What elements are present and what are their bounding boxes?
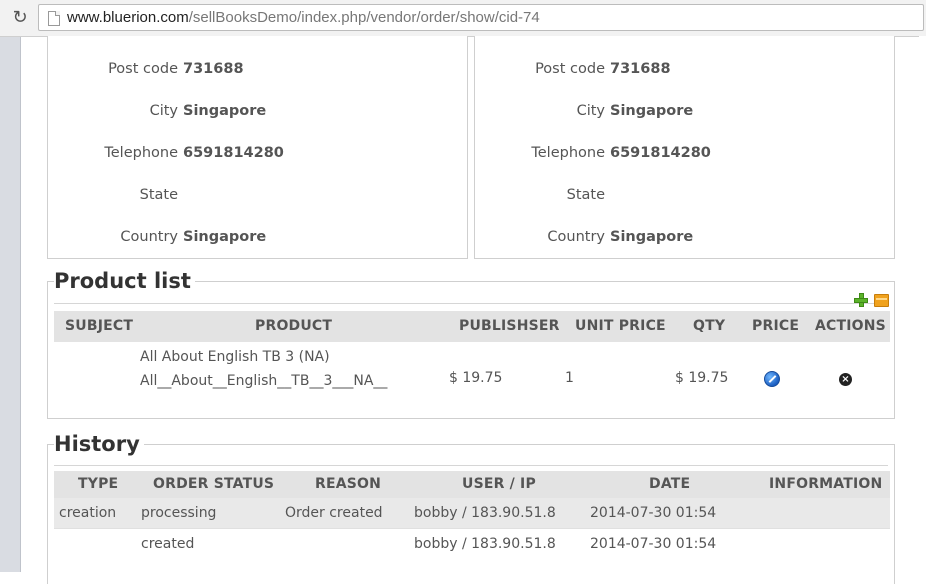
- col-publisher[interactable]: PUBLISHSER: [459, 318, 560, 334]
- postcode-row: Post code 731688: [48, 61, 244, 77]
- product-list-divider: [54, 303, 888, 304]
- product-qty: $ 19.75: [675, 370, 729, 386]
- state-label: State: [566, 187, 605, 203]
- city-value: Singapore: [183, 103, 267, 119]
- product-publisher: $ 19.75: [449, 370, 503, 386]
- edit-icon[interactable]: [764, 371, 780, 387]
- city-value: Singapore: [610, 103, 694, 119]
- postcode-value: 731688: [610, 61, 671, 77]
- add-icon[interactable]: [854, 293, 868, 307]
- product-slug: All__About__English__TB__3___NA__: [140, 373, 388, 389]
- history-order-status: processing: [141, 505, 217, 521]
- delete-icon[interactable]: ×: [839, 373, 852, 386]
- col-order-status[interactable]: ORDER STATUS: [153, 476, 274, 492]
- left-gutter: [0, 37, 21, 572]
- col-type[interactable]: TYPE: [78, 476, 118, 492]
- country-value: Singapore: [183, 229, 267, 245]
- history-date: 2014-07-30 01:54: [590, 536, 717, 552]
- table-row: creation processing Order created bobby …: [54, 498, 890, 528]
- country-label: Country: [120, 229, 178, 245]
- postcode-value: 731688: [183, 61, 244, 77]
- col-reason[interactable]: REASON: [315, 476, 381, 492]
- telephone-row: Telephone 6591814280: [475, 145, 711, 161]
- page-icon: [48, 11, 60, 26]
- country-label: Country: [547, 229, 605, 245]
- city-row: City Singapore: [48, 103, 267, 119]
- city-row: City Singapore: [475, 103, 694, 119]
- history-reason: Order created: [285, 505, 383, 521]
- col-date[interactable]: DATE: [649, 476, 690, 492]
- product-unit-price: 1: [565, 370, 574, 386]
- folder-icon[interactable]: [874, 294, 889, 307]
- telephone-label: Telephone: [531, 145, 605, 161]
- col-user-ip[interactable]: USER / IP: [462, 476, 536, 492]
- col-product[interactable]: PRODUCT: [255, 318, 332, 334]
- city-label: City: [149, 103, 178, 119]
- col-actions[interactable]: ACTIONS: [815, 318, 886, 334]
- url-path: /sellBooksDemo/index.php/vendor/order/sh…: [188, 9, 540, 26]
- product-table-header: SUBJECT PRODUCT PUBLISHSER UNIT PRICE QT…: [54, 311, 890, 342]
- telephone-value: 6591814280: [610, 145, 711, 161]
- history-divider: [54, 465, 888, 466]
- product-list-section: Product list SUBJECT PRODUCT PUBLISHSER …: [47, 269, 895, 419]
- shipping-address-box: Post code 731688 City Singapore Telephone 6…: [474, 36, 895, 259]
- col-unit-price[interactable]: UNIT PRICE: [575, 318, 666, 334]
- postcode-label: Post code: [535, 61, 605, 77]
- scroll-edge: [919, 36, 926, 572]
- address-bar[interactable]: www.bluerion.com/sellBooksDemo/index.php…: [38, 4, 924, 31]
- history-user-ip: bobby / 183.90.51.8: [414, 536, 556, 552]
- telephone-row: Telephone 6591814280: [48, 145, 284, 161]
- country-row: Country Singapore: [48, 229, 266, 245]
- history-title: History: [54, 432, 144, 456]
- state-row: State: [48, 187, 183, 203]
- telephone-value: 6591814280: [183, 145, 284, 161]
- browser-toolbar: ↻ www.bluerion.com/sellBooksDemo/index.p…: [0, 0, 926, 37]
- postcode-row: Post code 731688: [475, 61, 671, 77]
- history-type: creation: [59, 505, 117, 521]
- country-row: Country Singapore: [475, 229, 693, 245]
- product-list-title: Product list: [54, 269, 195, 293]
- url-host: www.bluerion.com: [67, 9, 189, 26]
- telephone-label: Telephone: [104, 145, 178, 161]
- country-value: Singapore: [610, 229, 694, 245]
- city-label: City: [576, 103, 605, 119]
- history-table-header: TYPE ORDER STATUS REASON USER / IP DATE …: [54, 471, 890, 498]
- col-subject[interactable]: SUBJECT: [65, 318, 133, 334]
- col-price[interactable]: PRICE: [752, 318, 799, 334]
- row-divider: [54, 528, 890, 529]
- billing-address-box: Post code 731688 City Singapore Telephone 6…: [47, 36, 468, 259]
- history-user-ip: bobby / 183.90.51.8: [414, 505, 556, 521]
- state-row: State: [475, 187, 610, 203]
- history-date: 2014-07-30 01:54: [590, 505, 717, 521]
- product-name: All About English TB 3 (NA): [140, 349, 330, 365]
- col-qty[interactable]: QTY: [693, 318, 725, 334]
- state-label: State: [139, 187, 178, 203]
- history-section: History TYPE ORDER STATUS REASON USER / …: [47, 432, 895, 584]
- reload-icon[interactable]: ↻: [10, 8, 30, 28]
- url-text[interactable]: www.bluerion.com/sellBooksDemo/index.php…: [67, 9, 540, 26]
- postcode-label: Post code: [108, 61, 178, 77]
- history-order-status: created: [141, 536, 195, 552]
- col-information[interactable]: INFORMATION: [769, 476, 882, 492]
